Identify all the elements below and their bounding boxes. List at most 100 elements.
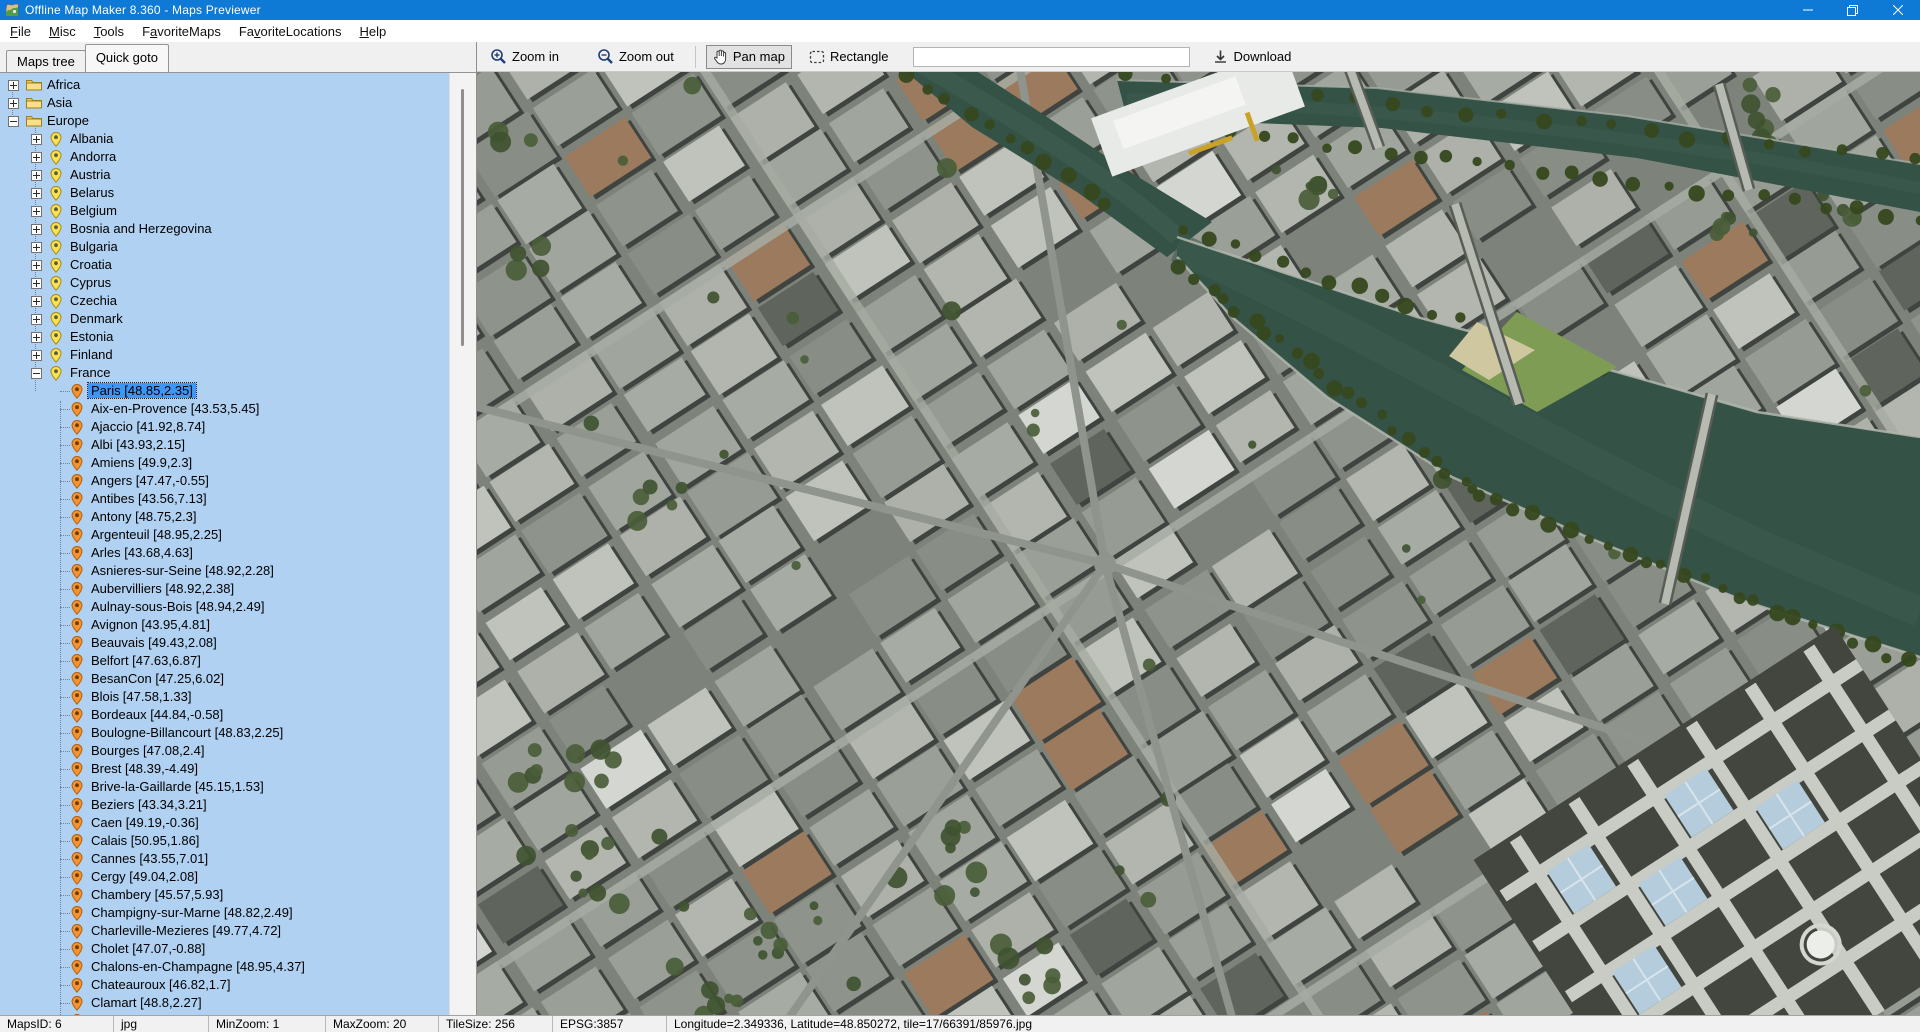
tree-item-label[interactable]: Caen [49.19,-0.36] [88, 815, 202, 830]
tree-item-antony-48-75-2-3[interactable]: Antony [48.75,2.3] [0, 508, 449, 526]
expand-plus-icon[interactable] [31, 134, 42, 145]
tree-item-chateauroux-46-82-1-7[interactable]: Chateauroux [46.82,1.7] [0, 976, 449, 994]
tree-item-czechia[interactable]: Czechia [0, 292, 449, 310]
tree-item-label[interactable]: Ajaccio [41.92,8.74] [88, 419, 208, 434]
expand-plus-icon[interactable] [8, 98, 19, 109]
tree-item-label[interactable]: Arles [43.68,4.63] [88, 545, 196, 560]
tree-item-label[interactable]: Charleville-Mezieres [49.77,4.72] [88, 923, 284, 938]
tree-item-argenteuil-48-95-2-25[interactable]: Argenteuil [48.95,2.25] [0, 526, 449, 544]
tree-item-label[interactable]: Beauvais [49.43,2.08] [88, 635, 220, 650]
expand-plus-icon[interactable] [8, 80, 19, 91]
tree-item-label[interactable]: Cyprus [67, 275, 114, 290]
tree-item-boulogne-billancourt-48-83-2-2[interactable]: Boulogne-Billancourt [48.83,2.25] [0, 724, 449, 742]
tree-item-bordeaux-44-84-0-58[interactable]: Bordeaux [44.84,-0.58] [0, 706, 449, 724]
collapse-minus-icon[interactable] [31, 368, 42, 379]
tree-item-label[interactable]: Cannes [43.55,7.01] [88, 851, 211, 866]
collapse-minus-icon[interactable] [8, 116, 19, 127]
expand-plus-icon[interactable] [31, 296, 42, 307]
zoom-in-button[interactable]: Zoom in [483, 44, 566, 69]
tree-item-blois-47-58-1-33[interactable]: Blois [47.58,1.33] [0, 688, 449, 706]
tree-item-label[interactable]: Bosnia and Herzegovina [67, 221, 215, 236]
tree-item-label[interactable]: BesanCon [47.25,6.02] [88, 671, 227, 686]
expand-plus-icon[interactable] [31, 350, 42, 361]
tree-item-asia[interactable]: Asia [0, 94, 449, 112]
tree-item-label[interactable]: Cergy [49.04,2.08] [88, 869, 201, 884]
tree-item-label[interactable]: Clamart [48.8,2.27] [88, 995, 205, 1010]
tree-item-croatia[interactable]: Croatia [0, 256, 449, 274]
pan-map-button[interactable]: Pan map [706, 45, 792, 69]
tree-item-label[interactable]: Asnieres-sur-Seine [48.92,2.28] [88, 563, 277, 578]
tree-item-champigny-sur-marne-48-82-2-49[interactable]: Champigny-sur-Marne [48.82,2.49] [0, 904, 449, 922]
tree-item-label[interactable]: Czechia [67, 293, 120, 308]
tree-item-estonia[interactable]: Estonia [0, 328, 449, 346]
tree-item-label[interactable]: Boulogne-Billancourt [48.83,2.25] [88, 725, 286, 740]
tree-item-beauvais-49-43-2-08[interactable]: Beauvais [49.43,2.08] [0, 634, 449, 652]
tree-item-paris-48-85-2-35[interactable]: Paris [48.85,2.35] [0, 382, 449, 400]
tree-item-bosnia-and-herzegovina[interactable]: Bosnia and Herzegovina [0, 220, 449, 238]
menu-tools[interactable]: Tools [86, 22, 132, 41]
tree-item-label[interactable]: Denmark [67, 311, 126, 326]
tree-item-label[interactable]: Europe [44, 113, 92, 128]
tree-item-africa[interactable]: Africa [0, 76, 449, 94]
menu-file[interactable]: File [2, 22, 39, 41]
tree-item-label[interactable]: Estonia [67, 329, 116, 344]
expand-plus-icon[interactable] [31, 206, 42, 217]
tree-item-denmark[interactable]: Denmark [0, 310, 449, 328]
rectangle-button[interactable]: Rectangle [802, 45, 896, 68]
tree-item-label[interactable]: Argenteuil [48.95,2.25] [88, 527, 225, 542]
tree-item-label[interactable]: Aix-en-Provence [43.53,5.45] [88, 401, 262, 416]
tree-item-label[interactable]: Asia [44, 95, 75, 110]
tree-item-cergy-49-04-2-08[interactable]: Cergy [49.04,2.08] [0, 868, 449, 886]
menu-favoritelocations[interactable]: FavoriteLocations [231, 22, 350, 41]
tree-item-belarus[interactable]: Belarus [0, 184, 449, 202]
tree-item-label[interactable]: Africa [44, 77, 83, 92]
tree-item-label[interactable]: Chalons-en-Champagne [48.95,4.37] [88, 959, 308, 974]
menu-favoritemaps[interactable]: FavoriteMaps [134, 22, 229, 41]
tree-item-andorra[interactable]: Andorra [0, 148, 449, 166]
expand-plus-icon[interactable] [31, 152, 42, 163]
tree-item-amiens-49-9-2-3[interactable]: Amiens [49.9,2.3] [0, 454, 449, 472]
map-satellite-view[interactable] [477, 72, 1920, 1015]
tree-item-label[interactable]: Brest [48.39,-4.49] [88, 761, 201, 776]
zoom-out-button[interactable]: Zoom out [590, 44, 681, 69]
tree-item-france[interactable]: France [0, 364, 449, 382]
tree-item-charleville-mezieres-49-77-4-7[interactable]: Charleville-Mezieres [49.77,4.72] [0, 922, 449, 940]
minimize-icon[interactable] [1785, 0, 1830, 20]
tree-item-label[interactable]: Belarus [67, 185, 117, 200]
tree-item-arles-43-68-4-63[interactable]: Arles [43.68,4.63] [0, 544, 449, 562]
tree-item-austria[interactable]: Austria [0, 166, 449, 184]
locations-tree[interactable]: Africa Asia Europe Albania Andorra Austria Bel… [0, 73, 449, 1015]
tree-item-asnieres-sur-seine-48-92-2-28[interactable]: Asnieres-sur-Seine [48.92,2.28] [0, 562, 449, 580]
tree-item-clamart-48-8-2-27[interactable]: Clamart [48.8,2.27] [0, 994, 449, 1012]
tree-item-bulgaria[interactable]: Bulgaria [0, 238, 449, 256]
tree-item-aulnay-sous-bois-48-94-2-49[interactable]: Aulnay-sous-Bois [48.94,2.49] [0, 598, 449, 616]
tree-item-beziers-43-34-3-21[interactable]: Beziers [43.34,3.21] [0, 796, 449, 814]
download-button[interactable]: Download [1206, 45, 1298, 68]
tree-item-besancon-47-25-6-02[interactable]: BesanCon [47.25,6.02] [0, 670, 449, 688]
tree-item-ajaccio-41-92-8-74[interactable]: Ajaccio [41.92,8.74] [0, 418, 449, 436]
tree-item-label[interactable]: Chateauroux [46.82,1.7] [88, 977, 234, 992]
tree-item-label[interactable]: Antony [48.75,2.3] [88, 509, 200, 524]
tree-item-caen-49-19-0-36[interactable]: Caen [49.19,-0.36] [0, 814, 449, 832]
tree-item-label[interactable]: Andorra [67, 149, 119, 164]
tree-item-label[interactable]: Angers [47.47,-0.55] [88, 473, 212, 488]
tree-item-aix-en-provence-43-53-5-45[interactable]: Aix-en-Provence [43.53,5.45] [0, 400, 449, 418]
tree-item-aubervilliers-48-92-2-38[interactable]: Aubervilliers [48.92,2.38] [0, 580, 449, 598]
tree-item-belgium[interactable]: Belgium [0, 202, 449, 220]
tree-item-chalons-en-champagne-48-95-4-3[interactable]: Chalons-en-Champagne [48.95,4.37] [0, 958, 449, 976]
tree-item-label[interactable]: France [67, 365, 113, 380]
tree-item-label[interactable]: Austria [67, 167, 113, 182]
tree-item-label[interactable]: Cholet [47.07,-0.88] [88, 941, 208, 956]
tree-item-label[interactable]: Albania [67, 131, 116, 146]
tree-item-label[interactable]: Albi [43.93,2.15] [88, 437, 188, 452]
tree-item-brive-la-gaillarde-45-15-1-53[interactable]: Brive-la-Gaillarde [45.15,1.53] [0, 778, 449, 796]
expand-plus-icon[interactable] [31, 188, 42, 199]
tree-item-albi-43-93-2-15[interactable]: Albi [43.93,2.15] [0, 436, 449, 454]
tree-item-bourges-47-08-2-4[interactable]: Bourges [47.08,2.4] [0, 742, 449, 760]
expand-plus-icon[interactable] [31, 278, 42, 289]
tab-quick-goto[interactable]: Quick goto [85, 44, 169, 72]
tree-scrollbar[interactable] [449, 73, 476, 1015]
expand-plus-icon[interactable] [31, 332, 42, 343]
tree-item-antibes-43-56-7-13[interactable]: Antibes [43.56,7.13] [0, 490, 449, 508]
expand-plus-icon[interactable] [31, 170, 42, 181]
